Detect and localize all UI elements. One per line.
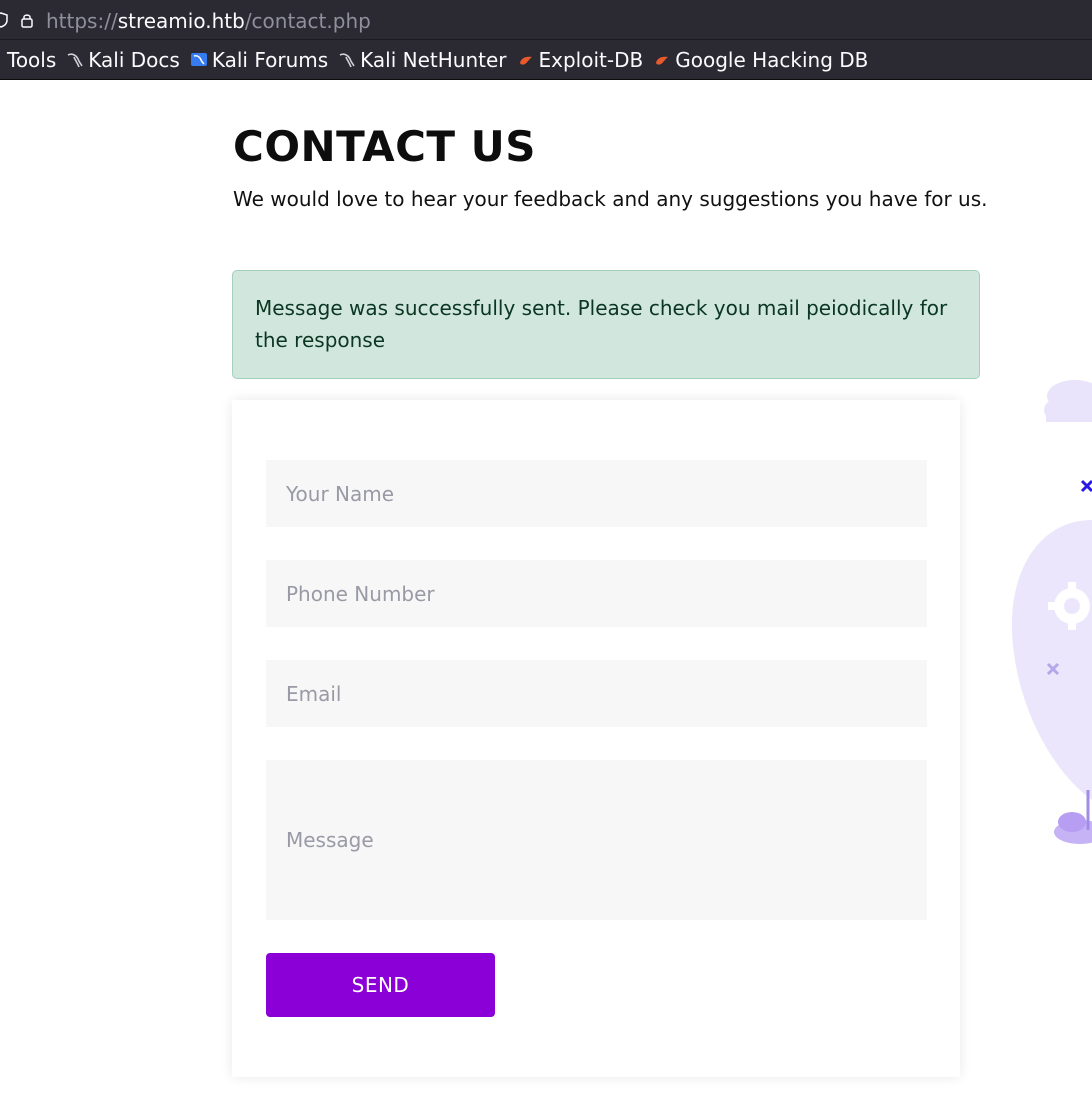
bookmark-label: Tools — [7, 47, 57, 72]
url-scheme: https:// — [46, 9, 118, 33]
phone-input[interactable] — [266, 560, 927, 627]
url-bar[interactable]: https://streamio.htb/contact.php — [0, 0, 1092, 40]
bookmark-label: Google Hacking DB — [675, 47, 869, 72]
illustration-blob — [1011, 520, 1092, 800]
name-input[interactable] — [266, 460, 927, 527]
send-button[interactable]: SEND — [266, 953, 495, 1017]
close-icon — [1080, 479, 1092, 493]
page-title: CONTACT US — [233, 122, 537, 171]
bookmark-label: Kali Forums — [211, 47, 329, 72]
kali-dragon-icon — [339, 52, 355, 67]
bookmark-kali-docs[interactable]: Kali Docs — [66, 48, 180, 72]
plant-icon — [1054, 790, 1092, 844]
lock-icon[interactable] — [20, 12, 34, 28]
bookmark-exploit-db[interactable]: Exploit-DB — [517, 47, 644, 72]
url-path: /contact.php — [244, 9, 371, 33]
bookmarks-toolbar: Tools Kali Docs Kali Forums Kali NetHunt… — [0, 40, 1092, 80]
bookmark-google-hacking-db[interactable]: Google Hacking DB — [653, 48, 868, 72]
url-text[interactable]: https://streamio.htb/contact.php — [46, 9, 371, 33]
email-input[interactable] — [266, 660, 927, 727]
bookmark-label: Exploit-DB — [538, 47, 644, 72]
bookmark-kali-forums[interactable]: Kali Forums — [190, 48, 328, 72]
success-alert: Message was successfully sent. Please ch… — [232, 270, 980, 379]
exploit-db-icon — [519, 56, 532, 65]
bookmark-label: Kali Docs — [88, 47, 180, 72]
contact-illustration — [1011, 380, 1092, 844]
bookmark-tools[interactable]: Tools — [7, 48, 56, 72]
bookmark-label: Kali NetHunter — [360, 47, 507, 72]
kali-forums-icon — [190, 52, 207, 66]
bookmark-kali-nethunter[interactable]: Kali NetHunter — [338, 47, 507, 72]
message-textarea[interactable] — [266, 760, 927, 920]
kali-dragon-icon — [67, 52, 83, 67]
shield-icon[interactable] — [0, 12, 8, 28]
cloud-icon — [1044, 380, 1092, 422]
page-subtitle: We would love to hear your feedback and … — [233, 187, 988, 211]
contact-form: SEND — [232, 400, 960, 1077]
url-host: streamio.htb — [117, 9, 245, 33]
exploit-db-icon — [656, 56, 669, 65]
